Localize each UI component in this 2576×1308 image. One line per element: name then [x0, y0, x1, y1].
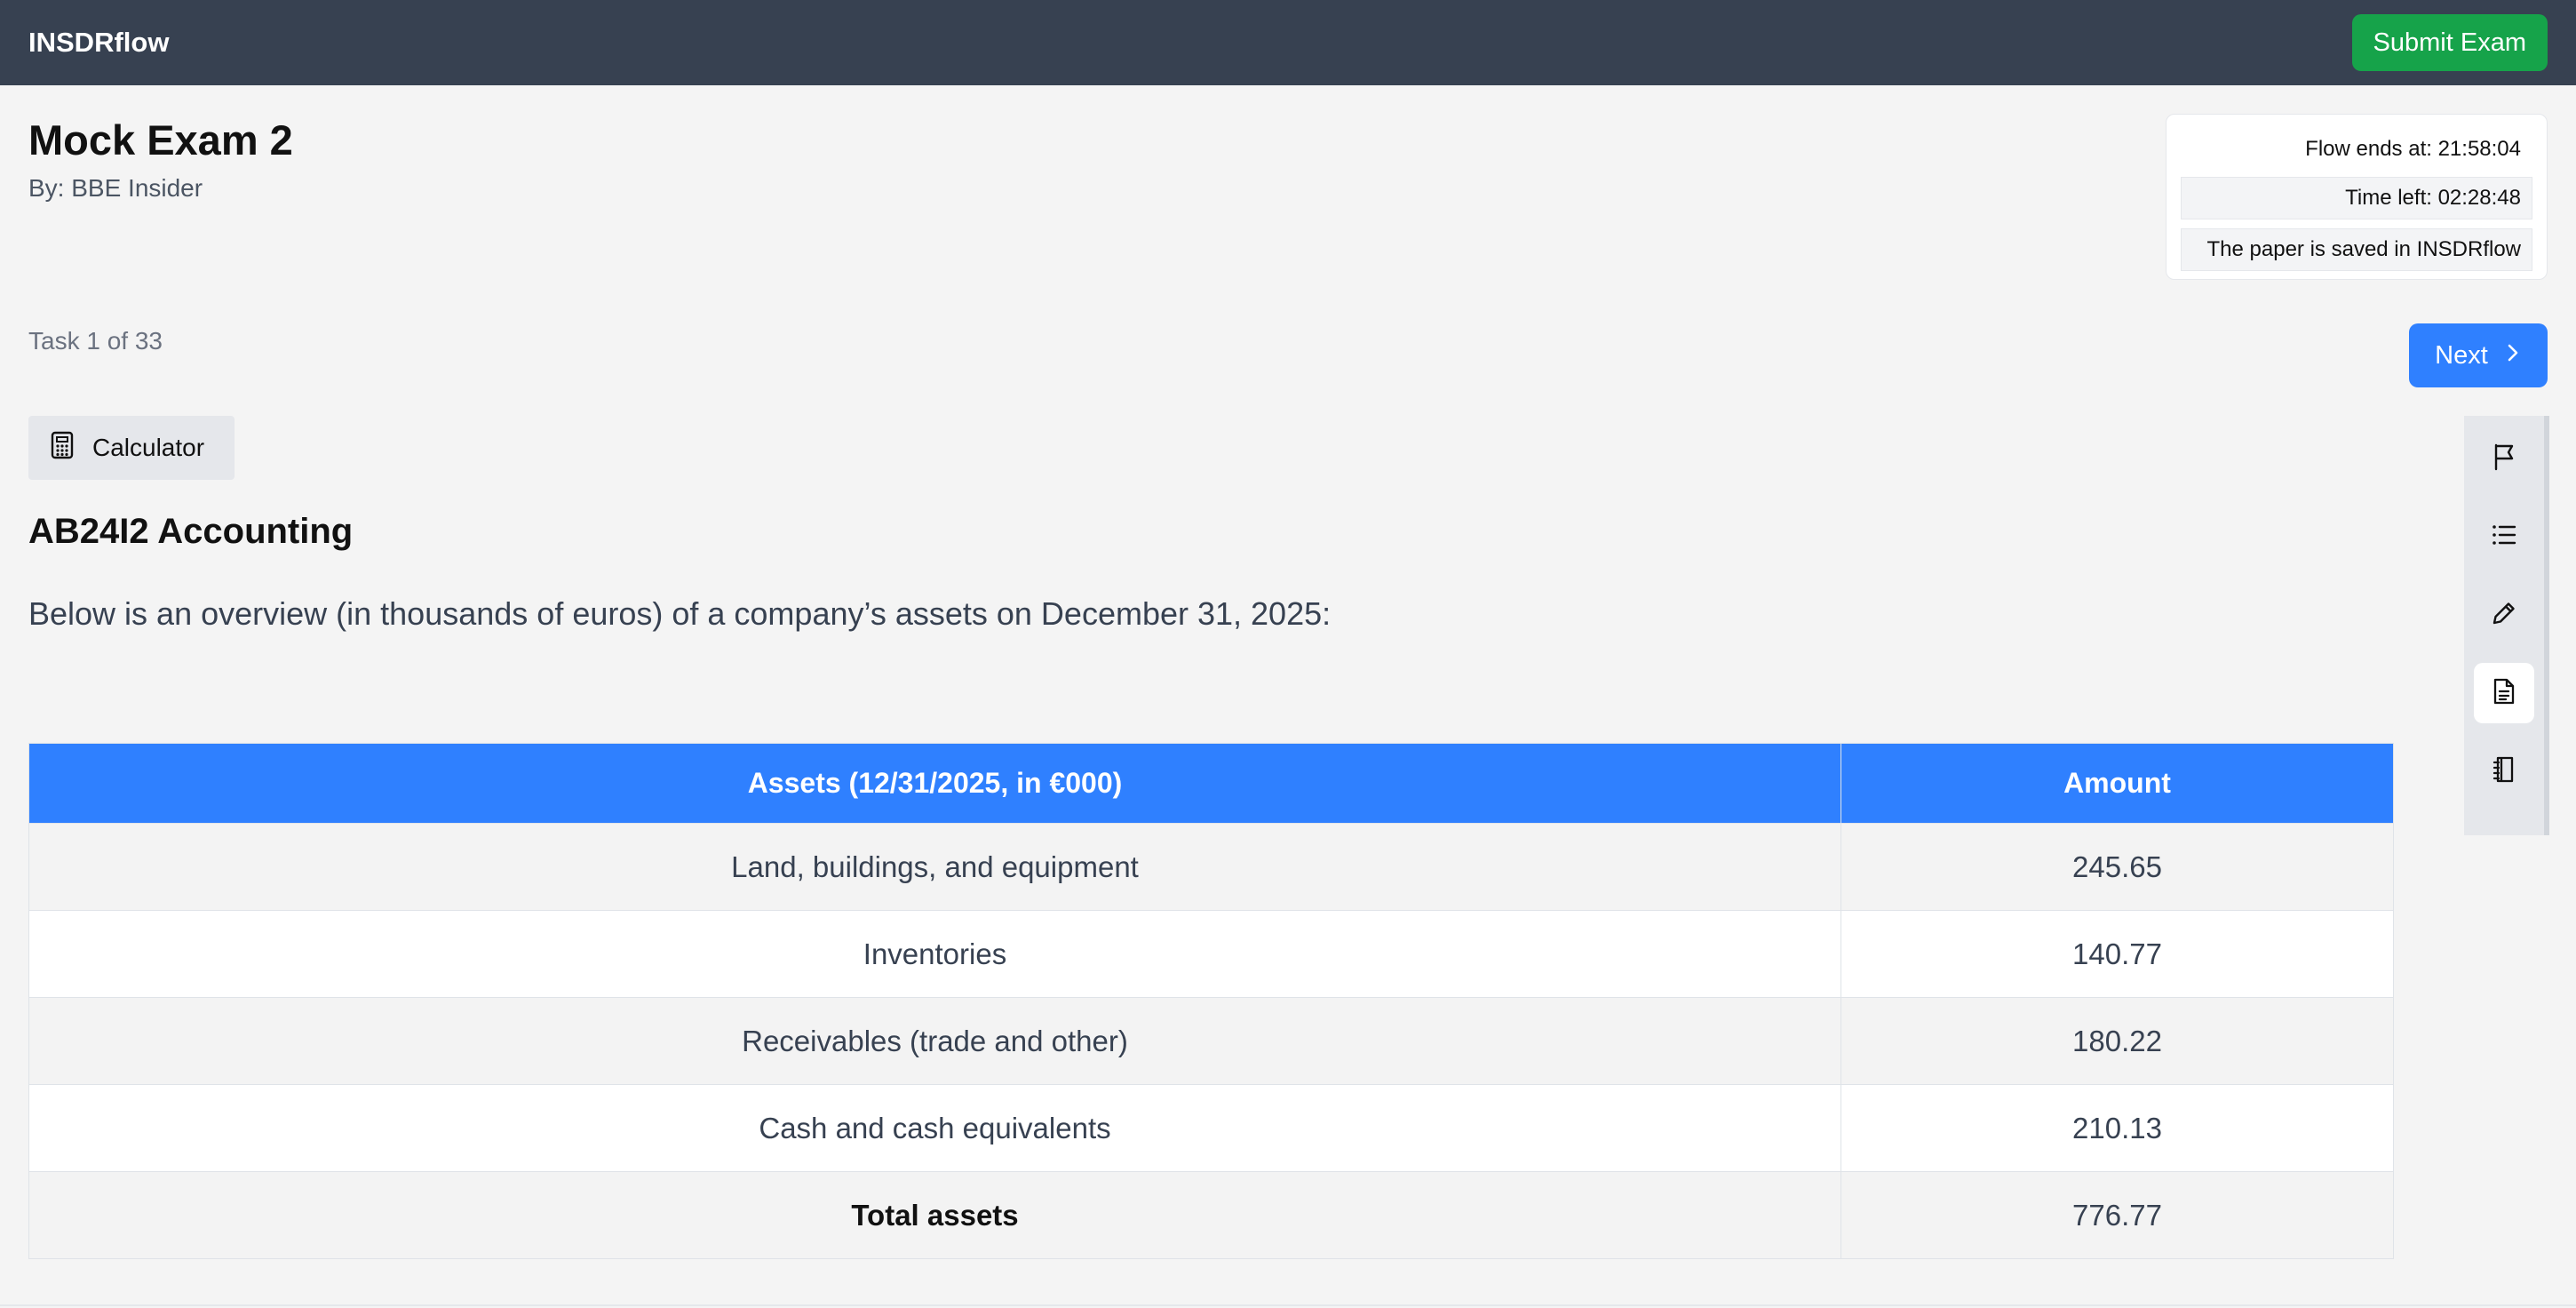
table-cell: 245.65: [1841, 823, 2394, 911]
document-icon: [2492, 677, 2516, 710]
table-row: Receivables (trade and other) 180.22: [28, 997, 2394, 1085]
table-cell: 210.13: [1841, 1084, 2394, 1172]
exam-info-box: Flow ends at: 21:58:04 Time left: 02:28:…: [2166, 114, 2548, 280]
saved-status-text: The paper is saved in INSDRflow: [2181, 228, 2532, 271]
calculator-button[interactable]: Calculator: [28, 416, 235, 480]
flow-ends-text: Flow ends at: 21:58:04: [2305, 137, 2521, 161]
table-cell: 776.77: [1841, 1171, 2394, 1259]
next-label: Next: [2435, 340, 2488, 370]
task-section-title: AB24I2 Accounting: [28, 512, 354, 551]
notebook-button[interactable]: [2474, 741, 2534, 802]
task-intro-text: Below is an overview (in thousands of eu…: [28, 595, 1332, 632]
table-cell: 180.22: [1841, 997, 2394, 1085]
column-header: Amount: [1841, 743, 2394, 824]
bottom-divider: [0, 1304, 2576, 1306]
table-row: Land, buildings, and equipment 245.65: [28, 823, 2394, 911]
author-byline: By: BBE Insider: [28, 174, 203, 202]
page-title: Mock Exam 2: [28, 116, 293, 164]
pencil-button[interactable]: [2474, 585, 2534, 645]
list-icon: [2491, 522, 2517, 552]
flag-button[interactable]: [2474, 428, 2534, 489]
calculator-icon: [50, 431, 75, 466]
task-counter: Task 1 of 33: [28, 327, 163, 355]
table-cell: Land, buildings, and equipment: [28, 823, 1841, 911]
table-cell: Total assets: [28, 1171, 1841, 1259]
table-row: Inventories 140.77: [28, 910, 2394, 998]
table-cell: 140.77: [1841, 910, 2394, 998]
assets-table: Assets (12/31/2025, in €000) Amount Land…: [28, 743, 2394, 1259]
app-brand: INSDRflow: [28, 27, 170, 58]
table-cell: Inventories: [28, 910, 1841, 998]
table-row: Cash and cash equivalents 210.13: [28, 1084, 2394, 1172]
column-header: Assets (12/31/2025, in €000): [28, 743, 1841, 824]
document-button[interactable]: [2474, 663, 2534, 723]
table-cell: Cash and cash equivalents: [28, 1084, 1841, 1172]
notebook-icon: [2492, 755, 2516, 788]
chevron-right-icon: [2504, 341, 2522, 371]
next-button[interactable]: Next: [2409, 323, 2548, 387]
table-header-row: Assets (12/31/2025, in €000) Amount: [28, 743, 2394, 824]
submit-exam-button[interactable]: Submit Exam: [2351, 14, 2548, 71]
time-left-text: Time left: 02:28:48: [2181, 177, 2532, 219]
list-button[interactable]: [2474, 506, 2534, 567]
pencil-icon: [2491, 600, 2517, 631]
tool-sidebar: [2464, 416, 2549, 835]
table-cell: Receivables (trade and other): [28, 997, 1841, 1085]
top-bar: INSDRflow Submit Exam: [0, 0, 2576, 85]
table-total-row: Total assets 776.77: [28, 1171, 2394, 1259]
flag-icon: [2491, 443, 2517, 475]
calculator-label: Calculator: [92, 434, 205, 461]
